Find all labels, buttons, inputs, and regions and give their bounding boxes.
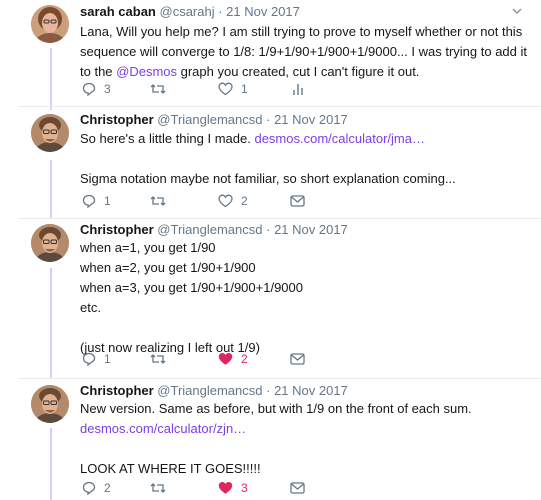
retweet-icon bbox=[150, 84, 166, 94]
text-fragment: to the bbox=[80, 64, 117, 79]
author-handle[interactable]: @Trianglemancsd bbox=[157, 383, 262, 398]
tweet-date[interactable]: · 21 Nov 2017 bbox=[218, 4, 300, 19]
message-button[interactable] bbox=[290, 351, 305, 367]
tweet-header: sarah caban @csarahj · 21 Nov 2017 bbox=[80, 4, 300, 20]
author-handle[interactable]: @Trianglemancsd bbox=[157, 112, 262, 127]
reply-icon bbox=[82, 194, 96, 208]
tweet-text: So here's a little thing I made. desmos.… bbox=[80, 129, 520, 189]
tweet-date[interactable]: · 21 Nov 2017 bbox=[266, 112, 348, 127]
heart-icon bbox=[218, 353, 233, 365]
author-name[interactable]: Christopher bbox=[80, 383, 154, 398]
analytics-button[interactable] bbox=[292, 81, 304, 97]
tweet[interactable]: Christopher @Trianglemancsd · 21 Nov 201… bbox=[0, 379, 541, 500]
envelope-icon bbox=[290, 482, 305, 494]
retweet-icon bbox=[150, 483, 166, 493]
reply-count: 2 bbox=[104, 481, 111, 495]
retweet-button[interactable] bbox=[150, 351, 166, 367]
retweet-icon bbox=[150, 354, 166, 364]
tweet-line: desmos.com/calculator/zjn… bbox=[80, 419, 520, 439]
tweet-line: New version. Same as before, but with 1/… bbox=[80, 401, 472, 416]
tweet[interactable]: Christopher @Trianglemancsd · 21 Nov 201… bbox=[0, 107, 541, 215]
reply-button[interactable]: 3 bbox=[82, 81, 111, 97]
tweet-line: when a=2, you get 1/90+1/900 bbox=[80, 260, 256, 275]
avatar[interactable] bbox=[31, 224, 69, 262]
chevron-down-icon[interactable] bbox=[511, 5, 523, 17]
tweet-date[interactable]: · 21 Nov 2017 bbox=[266, 383, 348, 398]
reply-icon bbox=[82, 82, 96, 96]
tweet-line: Sigma notation maybe not familiar, so sh… bbox=[80, 171, 456, 186]
url-link[interactable]: desmos.com/calculator/zjn… bbox=[80, 421, 246, 436]
retweet-button[interactable] bbox=[150, 193, 166, 209]
reply-count: 1 bbox=[104, 352, 111, 366]
tweet-line: Lana, Will you help me? I am still tryin… bbox=[80, 24, 523, 39]
envelope-icon bbox=[290, 195, 305, 207]
like-button[interactable]: 3 bbox=[218, 480, 248, 496]
envelope-icon bbox=[290, 353, 305, 365]
tweet-line: sequence will converge to 1/8: 1/9+1/90+… bbox=[80, 44, 527, 59]
like-button[interactable]: 2 bbox=[218, 193, 248, 209]
avatar[interactable] bbox=[31, 385, 69, 423]
reply-button[interactable]: 1 bbox=[82, 193, 111, 209]
like-count: 2 bbox=[241, 352, 248, 366]
like-count: 1 bbox=[241, 82, 248, 96]
like-count: 3 bbox=[241, 481, 248, 495]
url-link[interactable]: desmos.com/calculator/jma… bbox=[254, 131, 425, 146]
tweet-line bbox=[80, 318, 520, 338]
text-fragment: So here's a little thing I made. bbox=[80, 131, 255, 146]
heart-icon bbox=[218, 482, 233, 494]
tweet-header: Christopher @Trianglemancsd · 21 Nov 201… bbox=[80, 222, 348, 238]
author-handle[interactable]: @csarahj bbox=[160, 4, 215, 19]
heart-icon bbox=[218, 82, 233, 96]
tweet[interactable]: Christopher @Trianglemancsd · 21 Nov 201… bbox=[0, 219, 541, 379]
reply-count: 1 bbox=[104, 194, 111, 208]
reply-icon bbox=[82, 481, 96, 495]
author-name[interactable]: Christopher bbox=[80, 222, 154, 237]
like-button[interactable]: 1 bbox=[218, 81, 248, 97]
retweet-button[interactable] bbox=[150, 81, 166, 97]
tweet-line: to the @Desmos graph you created, cut I … bbox=[80, 62, 520, 82]
author-name[interactable]: Christopher bbox=[80, 112, 154, 127]
tweet-date[interactable]: · 21 Nov 2017 bbox=[266, 222, 348, 237]
message-button[interactable] bbox=[290, 193, 305, 209]
like-button[interactable]: 2 bbox=[218, 351, 248, 367]
tweet-line: when a=3, you get 1/90+1/900+1/9000 bbox=[80, 280, 303, 295]
author-handle[interactable]: @Trianglemancsd bbox=[157, 222, 262, 237]
reply-button[interactable]: 2 bbox=[82, 480, 111, 496]
tweet-line: when a=1, you get 1/90 bbox=[80, 240, 216, 255]
tweet-line: So here's a little thing I made. desmos.… bbox=[80, 129, 520, 149]
analytics-icon bbox=[293, 84, 303, 95]
tweet-header: Christopher @Trianglemancsd · 21 Nov 201… bbox=[80, 383, 348, 399]
tweet-line: etc. bbox=[80, 300, 101, 315]
reply-count: 3 bbox=[104, 82, 111, 96]
avatar[interactable] bbox=[31, 5, 69, 43]
message-button[interactable] bbox=[290, 480, 305, 496]
tweet-text: when a=1, you get 1/90 when a=2, you get… bbox=[80, 238, 520, 358]
retweet-button[interactable] bbox=[150, 480, 166, 496]
mention-link[interactable]: @Desmos bbox=[116, 64, 177, 79]
avatar[interactable] bbox=[31, 114, 69, 152]
tweet-line: LOOK AT WHERE IT GOES!!!!! bbox=[80, 461, 261, 476]
tweet-text: Lana, Will you help me? I am still tryin… bbox=[80, 22, 527, 82]
tweet-text: New version. Same as before, but with 1/… bbox=[80, 399, 520, 479]
reply-icon bbox=[82, 352, 96, 366]
retweet-icon bbox=[150, 196, 166, 206]
reply-button[interactable]: 1 bbox=[82, 351, 111, 367]
tweet-line bbox=[80, 149, 520, 169]
like-count: 2 bbox=[241, 194, 248, 208]
tweet-line bbox=[80, 439, 520, 459]
tweet[interactable]: sarah caban @csarahj · 21 Nov 2017 Lana,… bbox=[0, 0, 541, 108]
heart-icon bbox=[218, 194, 233, 208]
text-fragment: graph you created, cut I can't figure it… bbox=[177, 64, 420, 79]
author-name[interactable]: sarah caban bbox=[80, 4, 156, 19]
tweet-header: Christopher @Trianglemancsd · 21 Nov 201… bbox=[80, 112, 348, 128]
